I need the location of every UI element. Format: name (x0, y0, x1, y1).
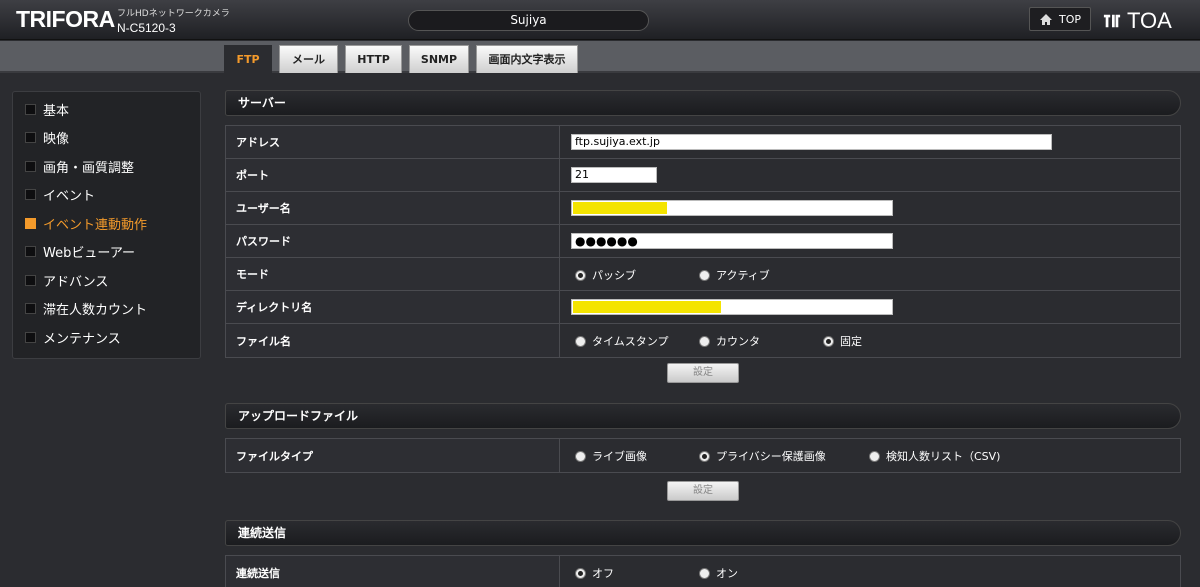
tab-http[interactable]: HTTP (345, 45, 402, 73)
username-row: ユーザー名 (226, 192, 1180, 225)
sidebar-item-video[interactable]: 映像 (25, 128, 70, 147)
redaction-mark (573, 301, 721, 313)
continuous-section-header: 連続送信 (225, 520, 1181, 546)
upload-section-header: アップロードファイル (225, 403, 1181, 429)
filetype-csv-radio[interactable]: 検知人数リスト（CSV) (869, 448, 1000, 464)
filetype-label: ファイルタイプ (226, 439, 560, 472)
top-button[interactable]: TOP (1029, 7, 1091, 31)
sidebar-item-basic[interactable]: 基本 (25, 100, 70, 119)
tab-onscreen-text[interactable]: 画面内文字表示 (476, 45, 578, 73)
tab-mail[interactable]: メール (279, 45, 338, 73)
sidebar-item-image-adjust[interactable]: 画角・画質調整 (25, 157, 135, 176)
password-row: パスワード ●●●●●● (226, 225, 1180, 258)
sidebar-item-label: アドバンス (43, 274, 109, 290)
tab-snmp[interactable]: SNMP (409, 45, 469, 73)
filetype-row: ファイルタイプ ライブ画像 プライバシー保護画像 検知人数リスト（CSV) (226, 439, 1180, 472)
top-button-label: TOP (1058, 12, 1081, 26)
sidebar-item-event[interactable]: イベント (25, 185, 96, 204)
continuous-label: 連続送信 (226, 556, 560, 587)
directory-input[interactable] (571, 299, 893, 315)
sidebar-item-label: メンテナンス (43, 331, 121, 347)
bullet-icon (25, 217, 36, 229)
redaction-mark (573, 202, 667, 214)
sidebar-item-people-count[interactable]: 滞在人数カウント (25, 299, 148, 318)
radio-icon (575, 335, 586, 347)
filename-row: ファイル名 タイムスタンプ カウンタ 固定 (226, 324, 1180, 357)
bullet-icon (25, 188, 36, 200)
directory-label: ディレクトリ名 (226, 291, 560, 323)
mode-row: モード パッシブ アクティブ (226, 258, 1180, 291)
radio-selected-icon (575, 269, 586, 281)
camera-name: Sujiya (408, 10, 649, 31)
radio-icon (699, 567, 710, 579)
radio-icon (699, 335, 710, 347)
mode-label: モード (226, 258, 560, 290)
sidebar-item-maintenance[interactable]: メンテナンス (25, 328, 121, 347)
bullet-icon (25, 274, 36, 286)
tab-bar: FTP メール HTTP SNMP 画面内文字表示 (0, 41, 1200, 73)
address-input[interactable]: ftp.sujiya.ext.jp (571, 134, 1052, 150)
filename-fixed-radio[interactable]: 固定 (823, 333, 862, 349)
radio-selected-icon (699, 450, 710, 462)
port-input[interactable]: 21 (571, 167, 657, 183)
sidebar-item-advance[interactable]: アドバンス (25, 271, 109, 290)
upload-set-button[interactable]: 設定 (667, 481, 739, 501)
tab-ftp[interactable]: FTP (224, 45, 272, 73)
toa-logo-icon (1103, 14, 1121, 28)
continuous-row: 連続送信 オフ オン (226, 556, 1180, 587)
radio-icon (575, 450, 586, 462)
directory-row: ディレクトリ名 (226, 291, 1180, 324)
continuous-off-radio[interactable]: オフ (575, 565, 614, 581)
mode-passive-radio[interactable]: パッシブ (575, 267, 636, 283)
port-label: ポート (226, 159, 560, 191)
sidebar-menu: 基本 映像 画角・画質調整 イベント イベント連動動作 Webビューアー アドバ… (12, 91, 201, 359)
server-settings-table: アドレス ftp.sujiya.ext.jp ポート 21 ユーザー名 パスワー… (225, 125, 1181, 358)
sidebar-item-label: 基本 (43, 103, 70, 119)
continuous-settings-table: 連続送信 オフ オン (225, 555, 1181, 587)
bullet-icon (25, 131, 36, 143)
bullet-icon (25, 103, 36, 115)
header-bar: TRIFORA フルHDネットワークカメラ N-C5120-3 Sujiya T… (0, 0, 1200, 40)
radio-icon (869, 450, 880, 462)
sidebar-item-web-viewer[interactable]: Webビューアー (25, 242, 136, 261)
address-label: アドレス (226, 126, 560, 158)
server-section-header: サーバー (225, 90, 1181, 116)
brand-logo: TRIFORA (16, 6, 115, 32)
port-row: ポート 21 (226, 159, 1180, 192)
radio-selected-icon (823, 335, 834, 347)
sidebar-item-label: 映像 (43, 131, 70, 147)
bullet-icon (25, 331, 36, 343)
toa-logo: TOA (1103, 8, 1172, 34)
radio-selected-icon (575, 567, 586, 579)
product-subtitle: フルHDネットワークカメラ (117, 9, 230, 19)
home-icon (1039, 13, 1052, 25)
sidebar-item-label: イベント (43, 188, 96, 204)
bullet-icon (25, 302, 36, 314)
address-row: アドレス ftp.sujiya.ext.jp (226, 126, 1180, 159)
continuous-on-radio[interactable]: オン (699, 565, 738, 581)
filetype-privacy-radio[interactable]: プライバシー保護画像 (699, 448, 826, 464)
filename-timestamp-radio[interactable]: タイムスタンプ (575, 333, 668, 349)
filetype-live-radio[interactable]: ライブ画像 (575, 448, 647, 464)
sidebar-item-event-action[interactable]: イベント連動動作 (25, 214, 148, 233)
sidebar-item-label: Webビューアー (43, 245, 136, 261)
password-label: パスワード (226, 225, 560, 257)
model-number: N-C5120-3 (117, 21, 176, 35)
sidebar-item-label: イベント連動動作 (43, 217, 148, 233)
password-input[interactable]: ●●●●●● (571, 233, 893, 249)
username-input[interactable] (571, 200, 893, 216)
bullet-icon (25, 160, 36, 172)
filename-label: ファイル名 (226, 324, 560, 357)
server-set-button[interactable]: 設定 (667, 363, 739, 383)
bullet-icon (25, 245, 36, 257)
upload-settings-table: ファイルタイプ ライブ画像 プライバシー保護画像 検知人数リスト（CSV) (225, 438, 1181, 473)
mode-active-radio[interactable]: アクティブ (699, 267, 770, 283)
username-label: ユーザー名 (226, 192, 560, 224)
toa-logo-text: TOA (1127, 8, 1172, 33)
sidebar-item-label: 滞在人数カウント (43, 302, 148, 318)
filename-counter-radio[interactable]: カウンタ (699, 333, 760, 349)
sidebar-item-label: 画角・画質調整 (43, 160, 135, 176)
radio-icon (699, 269, 710, 281)
